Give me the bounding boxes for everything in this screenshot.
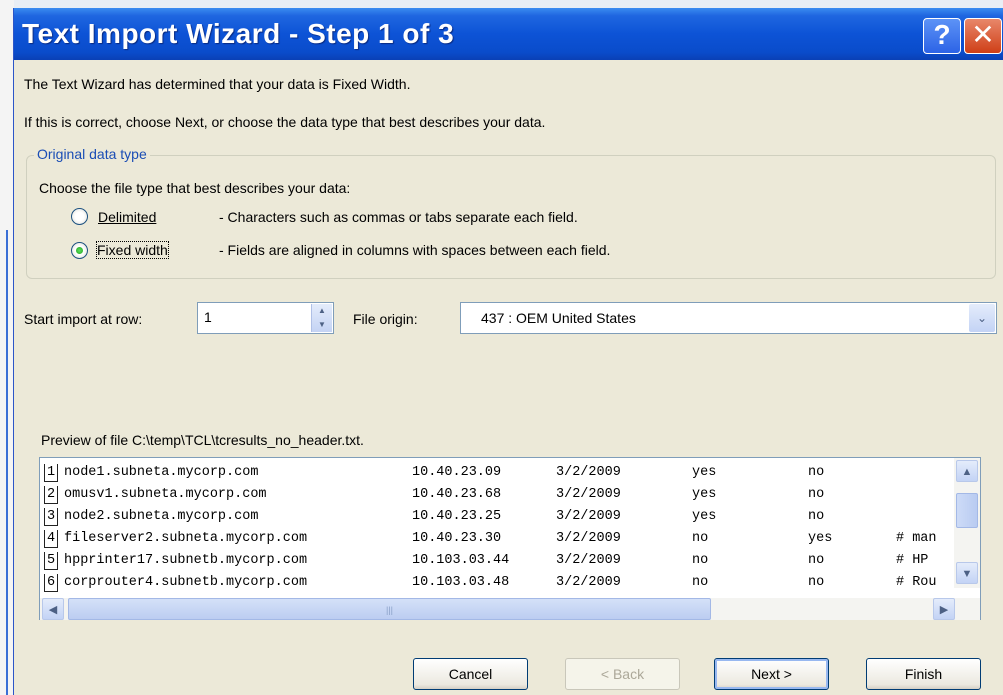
preview-label: Preview of file C:\temp\TCL\tcresults_no… — [41, 432, 364, 448]
row-number: 6 — [44, 574, 58, 592]
title-bar: Text Import Wizard - Step 1 of 3 ? ✕ — [14, 8, 1003, 60]
radio-selected-dot — [76, 247, 83, 254]
preview-cell: 10.103.03.44 — [412, 553, 510, 568]
fixed-width-label[interactable]: Fixed width — [96, 241, 169, 259]
preview-cell: # HP — [896, 553, 929, 568]
row-number: 2 — [44, 486, 58, 504]
preview-cell: no — [808, 575, 825, 590]
chevron-down-icon[interactable]: ⌄ — [969, 304, 995, 332]
preview-cell: hpprinter17.subnetb.mycorp.com — [64, 553, 308, 568]
preview-cell: 3/2/2009 — [556, 531, 621, 546]
preview-cell: yes — [808, 531, 833, 546]
row-number: 3 — [44, 508, 58, 526]
horizontal-scrollbar[interactable]: ◀ ||| ▶ — [40, 598, 980, 620]
fixed-width-description: - Fields are aligned in columns with spa… — [219, 242, 611, 258]
preview-cell: 3/2/2009 — [556, 465, 621, 480]
preview-cell: 10.40.23.25 — [412, 509, 502, 524]
cancel-button[interactable]: Cancel — [413, 658, 528, 690]
start-row-stepper[interactable]: 1 ▲ ▼ — [197, 302, 334, 334]
file-origin-value: 437 : OEM United States — [481, 310, 636, 326]
finish-button[interactable]: Finish — [866, 658, 981, 690]
background-strip — [0, 0, 1003, 8]
fixed-width-radio[interactable] — [71, 242, 88, 259]
vertical-scrollbar[interactable]: ▲ ▼ — [954, 458, 980, 588]
dialog-title: Text Import Wizard - Step 1 of 3 — [22, 18, 455, 49]
preview-cell: 3/2/2009 — [556, 487, 621, 502]
delimited-radio[interactable] — [71, 208, 88, 225]
delimited-label-accel: Delimited — [98, 209, 157, 225]
text-import-wizard-dialog: Text Import Wizard - Step 1 of 3 ? ✕ The… — [13, 8, 1003, 695]
row-number: 4 — [44, 530, 58, 548]
preview-cell: 3/2/2009 — [556, 575, 621, 590]
preview-cell: yes — [692, 465, 717, 480]
close-button[interactable]: ✕ — [964, 18, 1002, 54]
scroll-up-icon[interactable]: ▲ — [956, 460, 978, 482]
intro-line-2: If this is correct, choose Next, or choo… — [24, 114, 546, 130]
preview-cell: corprouter4.subnetb.mycorp.com — [64, 575, 308, 590]
start-row-label: Start import at row: — [24, 311, 143, 327]
preview-cell: 10.40.23.30 — [412, 531, 502, 546]
file-origin-select[interactable]: 437 : OEM United States ⌄ — [460, 302, 997, 334]
preview-cell: yes — [692, 509, 717, 524]
intro-line-1: The Text Wizard has determined that your… — [24, 76, 411, 92]
spin-up-icon[interactable]: ▲ — [312, 304, 332, 318]
row-number: 1 — [44, 464, 58, 482]
background-left — [0, 0, 14, 695]
vertical-scroll-thumb[interactable] — [956, 493, 978, 528]
preview-cell: 3/2/2009 — [556, 553, 621, 568]
preview-cell: node2.subneta.mycorp.com — [64, 509, 259, 524]
preview-cell: 10.40.23.68 — [412, 487, 502, 502]
preview-cell: 3/2/2009 — [556, 509, 621, 524]
original-data-type-label: Original data type — [34, 146, 150, 162]
preview-cell: fileserver2.subneta.mycorp.com — [64, 531, 308, 546]
spin-down-icon[interactable]: ▼ — [312, 318, 332, 332]
preview-cell: 10.40.23.09 — [412, 465, 502, 480]
delimited-description: - Characters such as commas or tabs sepa… — [219, 209, 578, 225]
preview-cell: no — [808, 509, 825, 524]
file-origin-label: File origin: — [353, 311, 418, 327]
next-button-label: Next > — [751, 666, 792, 682]
preview-cell: # man — [896, 531, 937, 546]
preview-cell: no — [692, 553, 709, 568]
preview-cell: # Rou — [896, 575, 937, 590]
help-button[interactable]: ? — [923, 18, 961, 54]
next-button[interactable]: Next > — [714, 658, 829, 690]
preview-cell: omusv1.subneta.mycorp.com — [64, 487, 267, 502]
horizontal-scroll-thumb[interactable]: ||| — [68, 598, 711, 620]
preview-cell: node1.subneta.mycorp.com — [64, 465, 259, 480]
preview-cell: no — [808, 553, 825, 568]
spin-buttons: ▲ ▼ — [311, 304, 332, 332]
file-type-prompt: Choose the file type that best describes… — [39, 180, 351, 196]
row-number: 5 — [44, 552, 58, 570]
preview-cell: no — [692, 531, 709, 546]
preview-cell: no — [808, 487, 825, 502]
scroll-down-icon[interactable]: ▼ — [956, 562, 978, 584]
preview-cell: no — [808, 465, 825, 480]
scroll-left-icon[interactable]: ◀ — [42, 598, 64, 620]
preview-cell: no — [692, 575, 709, 590]
preview-cell: 10.103.03.48 — [412, 575, 510, 590]
start-row-value: 1 — [204, 309, 212, 325]
file-preview[interactable]: 1 node1.subneta.mycorp.com 10.40.23.09 3/2/… — [39, 457, 981, 620]
scroll-right-icon[interactable]: ▶ — [933, 598, 955, 620]
back-button[interactable]: < Back — [565, 658, 680, 690]
preview-cell: yes — [692, 487, 717, 502]
background-line — [6, 230, 8, 695]
delimited-label[interactable]: Delimited — [98, 209, 156, 225]
